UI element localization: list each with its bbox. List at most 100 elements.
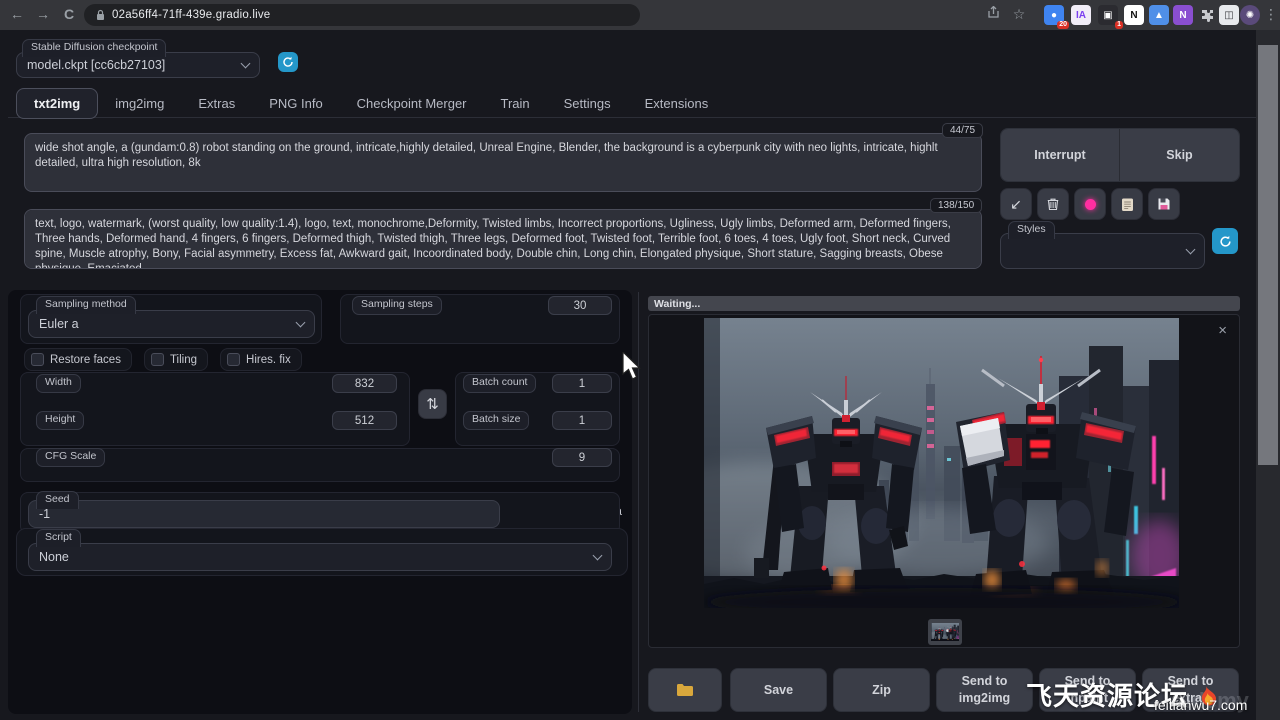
tiling-checkbox[interactable] [151,353,164,366]
url-text: 02a56ff4-71ff-439e.gradio.live [112,9,270,21]
tab-bar: txt2img img2img Extras PNG Info Checkpoi… [16,88,725,119]
tab-extras[interactable]: Extras [181,89,252,118]
extension-icon-ia[interactable]: IA [1071,5,1091,25]
sampling-steps-input[interactable]: 30 [548,296,612,315]
tab-txt2img[interactable]: txt2img [16,88,98,119]
back-icon[interactable]: ← [8,6,26,22]
chevron-down-icon [241,59,251,69]
seed-label: Seed [36,491,79,509]
chevron-down-icon [296,318,306,328]
batch-size-label: Batch size [463,411,529,430]
generate-button-group: Interrupt Skip [1000,128,1240,182]
save-style-button[interactable] [1148,188,1180,220]
checkpoint-value: model.ckpt [cc6cb27103] [27,58,165,72]
sampling-method-label: Sampling method [36,296,136,314]
apply-style-button[interactable] [1111,188,1143,220]
refresh-icon[interactable]: C [60,6,78,22]
extension-icon-dark[interactable]: ▣1 [1098,5,1118,25]
zip-button[interactable]: Zip [833,668,930,712]
mouse-cursor [622,352,644,382]
height-label: Height [36,411,84,430]
arrow-down-left-icon: ↙ [1010,196,1022,213]
script-dropdown[interactable]: None [28,543,612,571]
lock-icon [96,9,105,21]
stable-diffusion-webui: ← → C 02a56ff4-71ff-439e.gradio.live ☆ ●… [0,0,1280,720]
tab-train[interactable]: Train [484,89,547,118]
prompt-textarea[interactable]: wide shot angle, a (gundam:0.8) robot st… [24,133,982,192]
sampling-steps-label: Sampling steps [352,296,442,315]
restore-faces-checkbox[interactable] [31,353,44,366]
scrollbar-thumb[interactable] [1258,45,1278,465]
save-button[interactable]: Save [730,668,827,712]
clear-prompt-button[interactable] [1037,188,1069,220]
tab-settings[interactable]: Settings [547,89,628,118]
send-to-img2img-button[interactable]: Send to img2img [936,668,1033,712]
watermark-domain: feitianwu7.com [1154,697,1247,713]
tiling-option[interactable]: Tiling [144,348,208,371]
swap-arrows-icon: ⇅ [426,395,439,413]
tab-extensions[interactable]: Extensions [628,89,726,118]
address-bar[interactable]: 02a56ff4-71ff-439e.gradio.live [84,4,640,26]
styles-refresh-button[interactable] [1212,228,1238,254]
interrupt-button[interactable]: Interrupt [1001,129,1120,181]
cfg-scale-label: CFG Scale [36,448,105,467]
script-label: Script [36,529,81,547]
profile-avatar[interactable]: ✺ [1240,5,1260,25]
share-icon[interactable] [984,6,1002,22]
restore-faces-option[interactable]: Restore faces [24,348,132,371]
paste-params-button[interactable]: ↙ [1000,188,1032,220]
bookmark-star-icon[interactable]: ☆ [1010,6,1028,23]
negative-prompt-token-counter: 138/150 [930,198,982,213]
sampling-method-dropdown[interactable]: Euler a [28,310,315,338]
sampling-method-value: Euler a [39,317,79,331]
prompt-token-counter: 44/75 [942,123,983,138]
chevron-down-icon [593,551,603,561]
batch-size-input[interactable]: 1 [552,411,612,430]
batch-count-input[interactable]: 1 [552,374,612,393]
tab-png-info[interactable]: PNG Info [252,89,339,118]
tab-checkpoint-merger[interactable]: Checkpoint Merger [340,89,484,118]
browser-toolbar: ← → C 02a56ff4-71ff-439e.gradio.live ☆ ●… [0,0,1280,30]
hires-fix-option[interactable]: Hires. fix [220,348,302,371]
feature-checkbox-row: Restore faces Tiling Hires. fix [24,348,302,371]
site-watermark: 飞天资源论坛 feitianwu7.com [1026,676,1218,713]
extension-icon-blue[interactable]: ●20 [1044,5,1064,25]
gallery-thumbnail[interactable] [928,619,962,645]
extra-networks-button[interactable] [1074,188,1106,220]
checkpoint-label: Stable Diffusion checkpoint [22,39,166,57]
chevron-down-icon [1186,245,1196,255]
extension-icon-image[interactable]: ▲ [1149,5,1169,25]
negative-prompt-textarea[interactable]: text, logo, watermark, (worst quality, l… [24,209,982,269]
thumbnail-image [931,623,959,641]
open-folder-button[interactable] [648,668,722,712]
menu-kebab-icon[interactable]: ⋮ [1262,6,1280,23]
generated-image[interactable] [704,318,1179,608]
output-gallery: × [648,314,1240,648]
refresh-icon [282,56,294,68]
refresh-icon [1219,235,1232,248]
hires-fix-checkbox[interactable] [227,353,240,366]
extensions-puzzle-icon[interactable] [1197,5,1217,25]
checkpoint-refresh-button[interactable] [278,52,298,72]
progress-text: Waiting... [654,298,700,310]
folder-icon [676,683,694,697]
seed-input[interactable]: -1 [28,500,500,528]
height-input[interactable]: 512 [332,411,397,430]
swap-dimensions-button[interactable]: ⇅ [418,389,447,419]
extension-icon-purple[interactable]: N [1173,5,1193,25]
extension-icon-notion[interactable]: N [1124,5,1144,25]
forward-icon[interactable]: → [34,6,52,22]
script-value: None [39,550,69,564]
close-icon[interactable]: × [1218,323,1227,338]
trash-icon [1046,197,1060,211]
width-input[interactable]: 832 [332,374,397,393]
prompt-tool-row: ↙ [1000,188,1180,220]
side-panel-icon[interactable]: ◫ [1219,5,1239,25]
cfg-scale-input[interactable]: 9 [552,448,612,467]
width-label: Width [36,374,81,393]
floppy-disk-icon [1157,197,1171,211]
skip-button[interactable]: Skip [1120,129,1239,181]
tab-img2img[interactable]: img2img [98,89,181,118]
progress-bar: Waiting... [648,296,1240,311]
batch-count-label: Batch count [463,374,536,393]
